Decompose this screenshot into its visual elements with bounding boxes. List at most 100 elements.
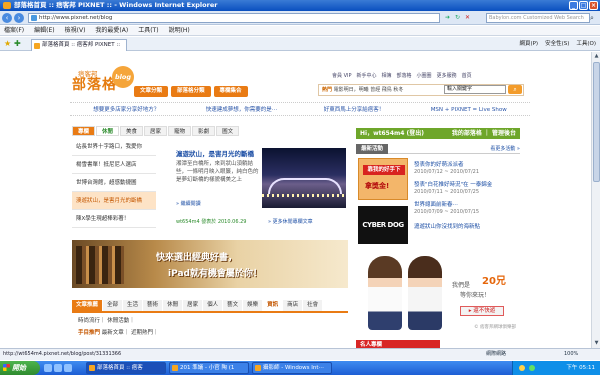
event-ad-prize[interactable]: 靠我的好手下 拿獎金! bbox=[358, 158, 408, 200]
nav-columns[interactable]: 專欄集合 bbox=[213, 86, 248, 97]
hot-keywords[interactable]: 電影明日，明曦 曾經 飛鳥 秋冬 bbox=[334, 87, 404, 93]
tray-icon[interactable] bbox=[529, 365, 535, 371]
scroll-up-icon[interactable]: ▲ bbox=[593, 53, 600, 60]
stop-icon[interactable]: ✕ bbox=[463, 13, 472, 23]
refresh-icon[interactable]: ↻ bbox=[453, 13, 462, 23]
link-vip[interactable]: 會員 VIP bbox=[332, 72, 352, 79]
tab-drama[interactable]: 影劇 bbox=[192, 126, 216, 136]
zoom-level[interactable]: 100% bbox=[564, 349, 578, 360]
link-newbie[interactable]: 新手中心 bbox=[357, 72, 377, 79]
tab-entertainment[interactable]: 娛樂 bbox=[243, 300, 263, 311]
task-button[interactable]: 攝影師 - Windows Int⋯ bbox=[252, 362, 332, 374]
back-icon[interactable]: ‹ bbox=[2, 13, 12, 23]
article-filter-line1[interactable]: 時尚流行｜ 休閒活動｜ bbox=[78, 316, 135, 324]
event-title[interactable]: 世界總面前新春⋯ bbox=[414, 200, 458, 208]
tab-leisure[interactable]: 休閒 bbox=[96, 126, 120, 136]
event-title[interactable]: 發表你的好萌派派者 bbox=[414, 160, 464, 168]
task-button[interactable]: 201 準議 - 小官 陶 (1 bbox=[169, 362, 249, 374]
event-ad-cyberdog[interactable]: CYBER DOG bbox=[358, 206, 408, 244]
menu-favorites[interactable]: 我的最愛(A) bbox=[95, 26, 128, 35]
tab-art[interactable]: 藝術 bbox=[143, 300, 163, 311]
tab-society[interactable]: 社會 bbox=[303, 300, 323, 311]
link-more[interactable]: 更多服務 bbox=[437, 72, 457, 79]
feature-more-link[interactable]: » 更多休閒專欄文章 bbox=[268, 218, 313, 225]
list-item-selected[interactable]: 澳遊狀山，是害月光的斷橋 bbox=[72, 192, 156, 210]
web-search-input[interactable]: Babylon.com Customized Web Search bbox=[486, 13, 590, 23]
feature-title[interactable]: 滬遊狀山，是害月光的斷橋 bbox=[176, 148, 254, 158]
start-button[interactable]: 開始 bbox=[0, 361, 40, 375]
link-blog[interactable]: 部落格 bbox=[397, 72, 412, 79]
scroll-down-icon[interactable]: ▼ bbox=[593, 340, 600, 347]
tray-icon[interactable] bbox=[519, 365, 525, 371]
tab-column[interactable]: 專欄 bbox=[72, 126, 96, 136]
link-home[interactable]: 首頁 bbox=[462, 72, 472, 79]
tab-pets[interactable]: 寵物 bbox=[168, 126, 192, 136]
command-tools[interactable]: 工具(O) bbox=[576, 39, 596, 49]
ad-prize-line1: 靠我的好手下 bbox=[363, 165, 405, 175]
menu-view[interactable]: 檢視(V) bbox=[65, 26, 86, 35]
tab-recommend[interactable]: 文章推薦 bbox=[72, 300, 103, 311]
promo-link[interactable]: 想要更多店家分享好地方？ bbox=[93, 103, 159, 115]
quick-launch-icon[interactable] bbox=[44, 364, 52, 372]
quick-launch-icon[interactable] bbox=[54, 364, 62, 372]
tab-food[interactable]: 美食 bbox=[120, 126, 144, 136]
girls-play-button[interactable]: ▸ 還不快遊 bbox=[460, 306, 504, 316]
command-safety[interactable]: 安全性(S) bbox=[545, 39, 569, 49]
command-page[interactable]: 網頁(P) bbox=[519, 39, 538, 49]
event-title[interactable]: 發表"白花推好時況"在 一泰錦金 bbox=[414, 180, 492, 188]
promo-msn-link[interactable]: MSN + PIXNET = Live Show bbox=[431, 103, 507, 115]
add-favorite-icon[interactable]: ✚ bbox=[14, 39, 21, 49]
article-filter-links[interactable]: 最新文章｜ 近期熱門｜ bbox=[102, 330, 159, 336]
close-button[interactable]: × bbox=[589, 1, 598, 10]
event-title[interactable]: 滬遊狀山你沒找到的海新點 bbox=[414, 222, 480, 230]
tab-culture[interactable]: 藝文 bbox=[223, 300, 243, 311]
search-icon[interactable]: ⌕ bbox=[590, 13, 599, 23]
scroll-thumb[interactable] bbox=[593, 62, 600, 182]
user-greeting[interactable]: Hi，wt654m4 (登出) bbox=[360, 130, 424, 137]
tab-all[interactable]: 全部 bbox=[103, 300, 123, 311]
tab-comics[interactable]: 圖文 bbox=[216, 126, 240, 136]
promo-link[interactable]: 好東西馬上分享給痞客！ bbox=[324, 103, 385, 115]
go-icon[interactable]: ➜ bbox=[443, 13, 452, 23]
site-search-input[interactable]: 輸入關鍵字 bbox=[444, 85, 506, 94]
address-field[interactable]: http://www.pixnet.net/blog bbox=[28, 13, 440, 23]
menu-file[interactable]: 檔案(F) bbox=[4, 26, 24, 35]
user-links[interactable]: 我的部落格 ｜ 管理後台 bbox=[452, 128, 516, 139]
tab-home2[interactable]: 居家 bbox=[183, 300, 203, 311]
promo-link[interactable]: 快速建成夢想，你需要的是⋯ bbox=[206, 103, 278, 115]
tab-leisure2[interactable]: 休閒 bbox=[163, 300, 183, 311]
tab-shop[interactable]: 商店 bbox=[283, 300, 303, 311]
events-more-link[interactable]: 看更多活動 » bbox=[490, 144, 520, 154]
list-item[interactable]: 楊雪書單！抵尼尼人選店 bbox=[72, 156, 156, 174]
tab-info[interactable]: 資訊 bbox=[263, 300, 283, 311]
ipad-banner[interactable]: 快來選出經典好書， iPad就有機會屬於你！ bbox=[72, 240, 348, 288]
nav-article-category[interactable]: 文章分類 bbox=[134, 86, 169, 97]
site-logo[interactable]: 部落格 bbox=[72, 74, 117, 94]
maximize-button[interactable]: □ bbox=[579, 1, 588, 10]
search-button[interactable]: ⌕ bbox=[508, 85, 522, 94]
tab-life[interactable]: 生活 bbox=[123, 300, 143, 311]
nav-blog-category[interactable]: 部落格分類 bbox=[171, 86, 211, 97]
forward-icon[interactable]: › bbox=[14, 13, 24, 23]
list-item[interactable]: 陳X學生現超棒彩著！ bbox=[72, 210, 156, 228]
feature-author[interactable]: wt654m4 發表於 2010.06.29 bbox=[176, 218, 246, 225]
tab-home[interactable]: 居家 bbox=[144, 126, 168, 136]
list-item[interactable]: 站長世界十字路口，我愛你 bbox=[72, 138, 156, 156]
browser-tab[interactable]: 部落格首頁 :: 痞客邦 PIXNET :: bbox=[31, 39, 127, 51]
list-item[interactable]: 世博台灣館，超感動捷圖 bbox=[72, 174, 156, 192]
task-button[interactable]: 部落格首頁 :: 痞客 bbox=[86, 362, 166, 374]
vertical-scrollbar[interactable]: ▲ ▼ bbox=[591, 52, 600, 348]
feature-photo[interactable] bbox=[262, 148, 346, 208]
events-title: 最新活動 bbox=[356, 144, 389, 154]
menu-tools[interactable]: 工具(T) bbox=[138, 26, 158, 35]
link-circle[interactable]: 小圈圈 bbox=[417, 72, 432, 79]
feature-read-more[interactable]: » 繼續閱讀 bbox=[176, 200, 201, 207]
promo-girls-ad[interactable]: 我們是 20兄 等你來玩！ ▸ 還不快遊 © 痞客邦網球俱樂部 bbox=[356, 250, 520, 334]
favorites-star-icon[interactable]: ★ bbox=[4, 39, 11, 49]
link-album[interactable]: 相簿 bbox=[382, 72, 392, 79]
menu-help[interactable]: 說明(H) bbox=[169, 26, 190, 35]
quick-launch-icon[interactable] bbox=[64, 364, 72, 372]
minimize-button[interactable]: _ bbox=[569, 1, 578, 10]
tab-personal[interactable]: 個人 bbox=[203, 300, 223, 311]
menu-edit[interactable]: 編輯(E) bbox=[34, 26, 54, 35]
